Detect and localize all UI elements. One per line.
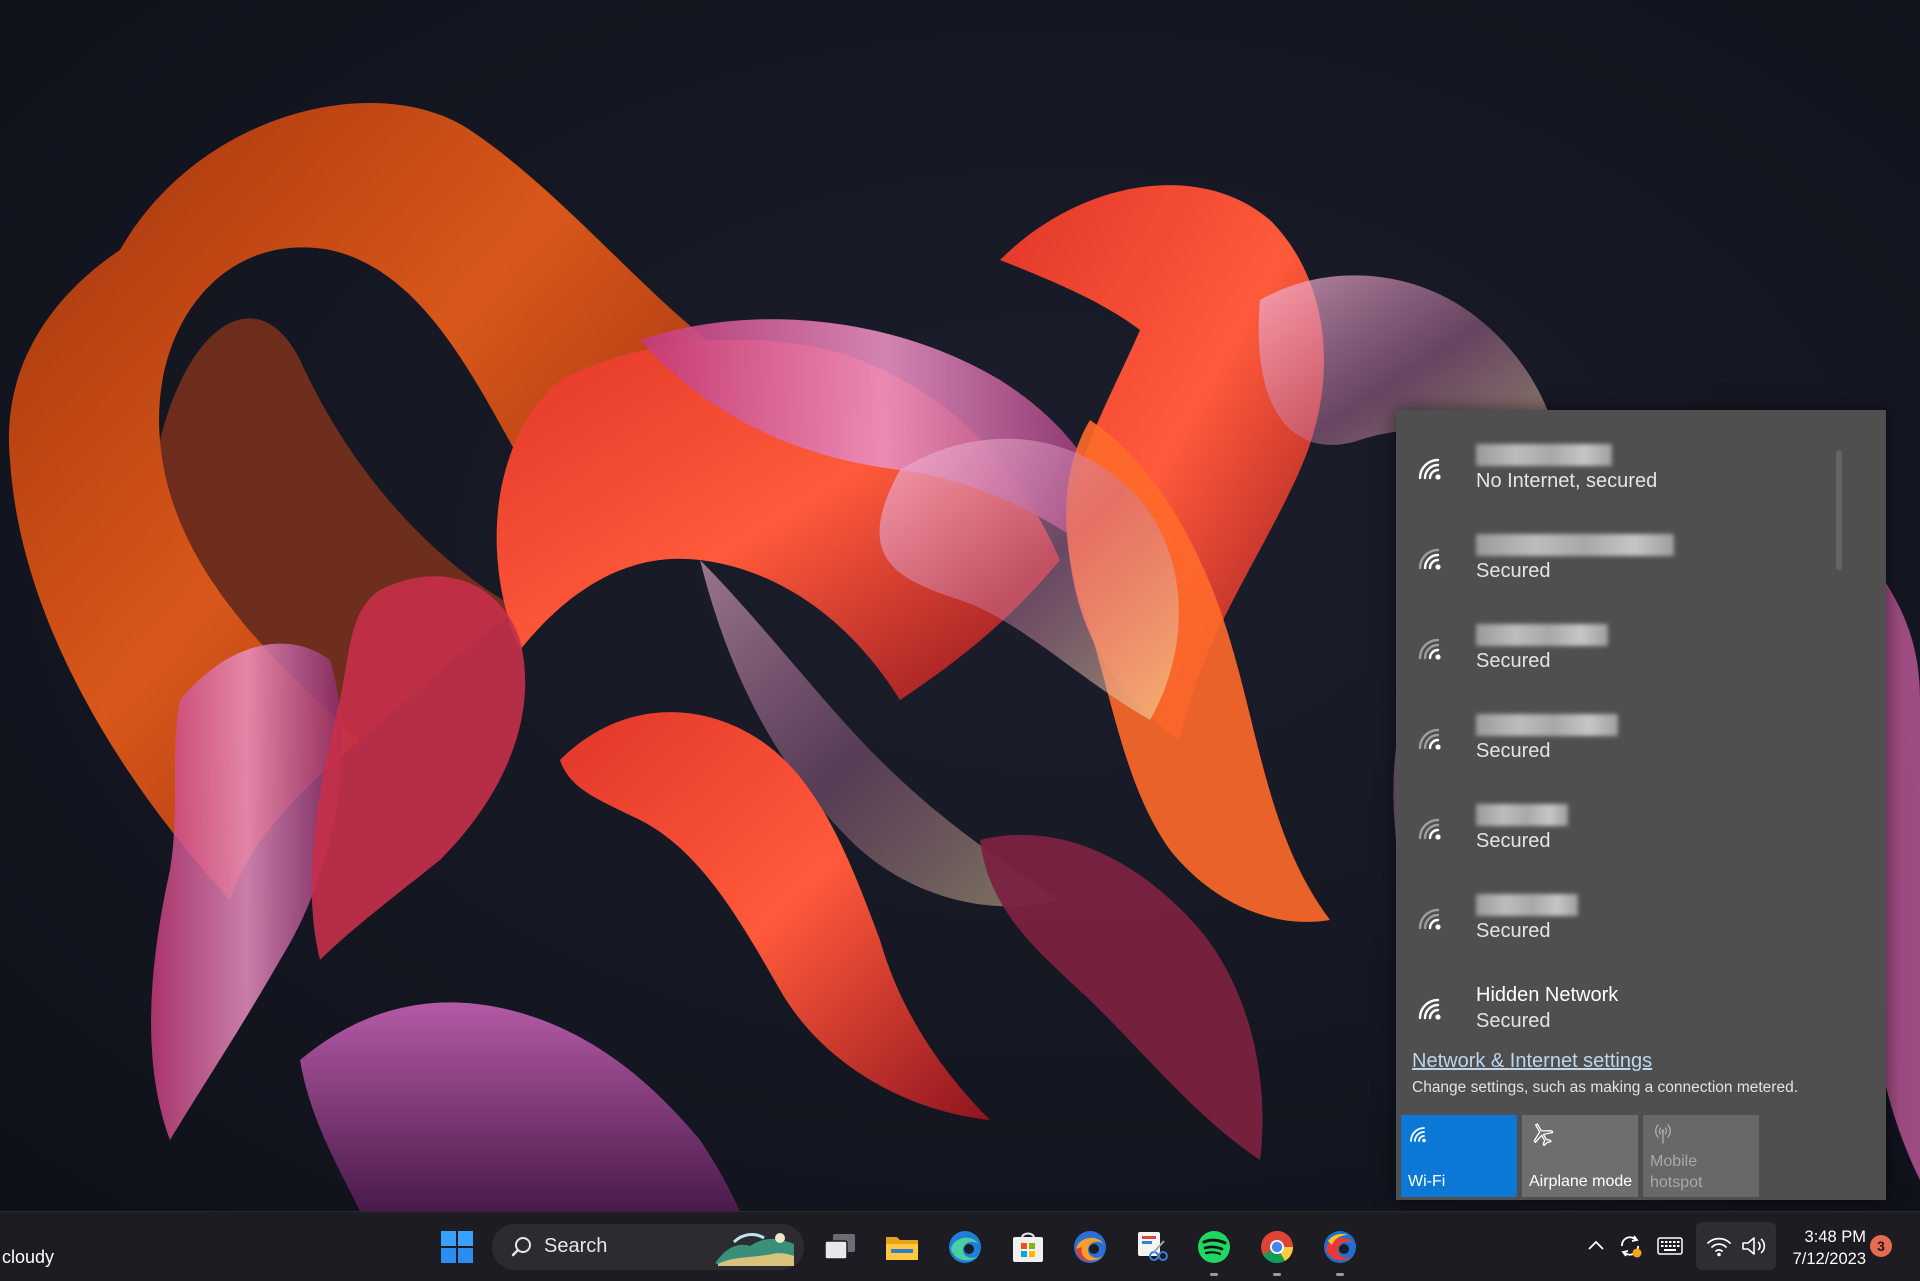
snipping-tool-button[interactable] [1130,1225,1174,1269]
search-icon [511,1237,531,1257]
edge-beta-button[interactable] [1068,1225,1112,1269]
wifi-signal-icon [1418,728,1441,750]
network-status: Secured [1476,740,1551,762]
airplane-mode-label: Airplane mode [1529,1173,1633,1190]
clock-date: 7/12/2023 [1792,1250,1866,1268]
network-item-3[interactable]: Secured [1396,603,1866,693]
file-explorer-button[interactable] [880,1225,924,1269]
network-name [1476,532,1674,558]
taskbar: cloudy Search 3:48 PM 7/12/2023 3 [0,1211,1920,1281]
network-item-6[interactable]: Secured [1396,873,1866,963]
spotify-icon [1198,1231,1230,1263]
wifi-signal-icon [1418,458,1441,480]
wifi-signal-icon [1418,998,1441,1020]
network-settings-description: Change settings, such as making a connec… [1412,1079,1799,1096]
chevron-up-icon [1588,1240,1604,1250]
network-name [1476,622,1608,648]
notification-badge[interactable]: 3 [1870,1235,1892,1257]
network-name [1476,892,1578,918]
chrome-button[interactable] [1255,1225,1299,1276]
chrome-icon [1261,1231,1293,1264]
wifi-signal-icon [1418,548,1441,570]
microsoft-store-button[interactable] [1006,1225,1050,1269]
network-name: Hidden Network [1476,984,1619,1006]
running-indicator [1210,1273,1218,1276]
clock[interactable]: 3:48 PM 7/12/2023 [1776,1226,1866,1270]
show-hidden-icons-button[interactable] [1580,1230,1612,1262]
wifi-toggle-button[interactable]: Wi-Fi [1401,1115,1517,1197]
weather-widget[interactable]: cloudy [2,1247,54,1268]
edge-beta-icon [1074,1231,1106,1263]
snipping-tool-icon [1138,1232,1168,1261]
mobile-hotspot-label: Mobile hotspot [1650,1151,1702,1193]
microsoft-store-icon [1013,1232,1043,1262]
network-name [1476,442,1657,468]
network-item-4[interactable]: Secured [1396,693,1866,783]
task-view-icon [824,1234,855,1260]
network-flyout: No Internet, secured Secured Secured Sec… [1396,410,1886,1200]
network-item-2[interactable]: Secured [1396,513,1866,603]
edge-dev-icon [1324,1231,1356,1263]
network-name [1476,802,1568,828]
network-status: Secured [1476,830,1551,852]
search-label: Search [544,1235,608,1257]
file-explorer-icon [886,1237,918,1260]
task-view-button[interactable] [818,1225,862,1269]
search-highlight-icon [716,1233,794,1266]
edge-button[interactable] [943,1225,987,1269]
start-icon [441,1231,473,1263]
wifi-signal-icon [1418,818,1441,840]
edge-dev-button[interactable] [1318,1225,1362,1276]
sync-icon [1621,1235,1642,1258]
wifi-signal-icon [1418,638,1441,660]
wifi-icon [1410,1127,1426,1143]
network-status: Secured [1476,920,1551,942]
wifi-signal-icon [1418,908,1441,930]
start-button[interactable] [435,1225,479,1269]
mobile-hotspot-button[interactable]: Mobile hotspot [1643,1115,1759,1197]
network-volume-tray-button[interactable] [1696,1222,1776,1270]
wifi-toggle-label: Wi-Fi [1408,1173,1446,1190]
network-status: Secured [1476,1010,1551,1032]
taskbar-search-box[interactable]: Search [492,1224,804,1270]
network-name [1476,712,1618,738]
edge-icon [949,1231,981,1263]
network-status: Secured [1476,650,1551,672]
airplane-icon [1533,1123,1554,1147]
keyboard-icon [1657,1237,1683,1255]
touch-keyboard-button[interactable] [1654,1230,1686,1262]
wifi-tray-icon [1707,1237,1731,1257]
sync-status-button[interactable] [1614,1230,1646,1262]
network-item-1[interactable]: No Internet, secured [1396,423,1866,513]
network-settings-link[interactable]: Network & Internet settings [1412,1050,1652,1073]
running-indicator [1336,1273,1344,1276]
volume-icon [1742,1237,1766,1255]
mobile-hotspot-label-line1: Mobile [1650,1153,1698,1170]
clock-time: 3:48 PM [1804,1228,1866,1246]
airplane-mode-button[interactable]: Airplane mode [1522,1115,1638,1197]
running-indicator [1273,1273,1281,1276]
mobile-hotspot-label-line2: hotspot [1650,1174,1703,1191]
network-status: No Internet, secured [1476,470,1658,492]
spotify-button[interactable] [1192,1225,1236,1276]
network-item-5[interactable]: Secured [1396,783,1866,873]
network-item-hidden[interactable]: Hidden Network Secured [1396,963,1866,1053]
network-status: Secured [1476,560,1551,582]
hotspot-icon [1655,1124,1671,1144]
